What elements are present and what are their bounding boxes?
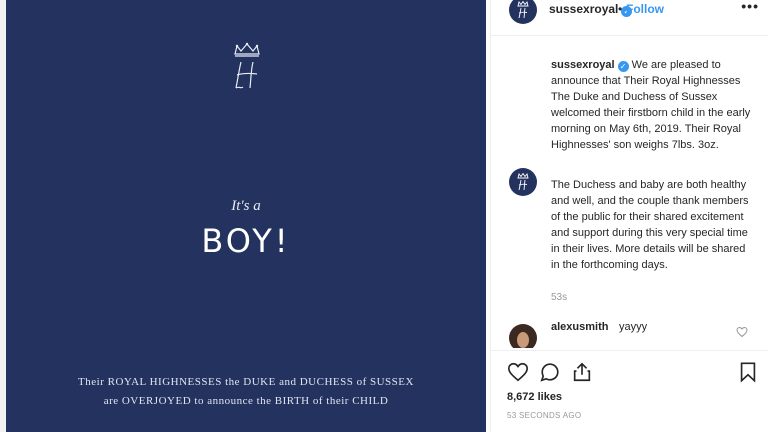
like-heart-icon[interactable]: [507, 361, 529, 383]
caption: sussexroyal ✓ We are pleased to announce …: [551, 57, 751, 153]
header-username-text[interactable]: sussexroyal: [549, 2, 618, 16]
caption-text: We are pleased to announce that Their Ro…: [551, 59, 751, 151]
avatar[interactable]: [509, 324, 537, 348]
caption-continued: The Duchess and baby are both healthy an…: [551, 179, 749, 271]
verified-badge-icon: ✓: [617, 61, 629, 72]
avatar[interactable]: [509, 0, 537, 24]
comment-text: yayyy: [619, 321, 648, 333]
caption-username[interactable]: sussexroyal: [551, 59, 615, 71]
post-header: sussexroyal ✓ • Follow •••: [491, 0, 768, 36]
likes-count[interactable]: 8,672 likes: [507, 391, 562, 403]
comment-row: alexusmith yayyy: [491, 318, 768, 348]
boy-text: BOY!: [201, 222, 291, 260]
post-side-panel: sussexroyal ✓ • Follow ••• sussexroyal ✓ W…: [490, 0, 768, 432]
comment-bubble-icon[interactable]: [539, 361, 561, 383]
its-a-text: It's a: [231, 198, 261, 214]
comment-username[interactable]: alexusmith: [551, 321, 608, 333]
crown-monogram-icon: [234, 42, 260, 89]
follow-button[interactable]: Follow: [626, 2, 664, 16]
follow-separator: •: [618, 2, 623, 16]
announcement-line-1: Their ROYAL HIGHNESSES the DUKE and DUCH…: [78, 376, 414, 388]
crown-monogram-icon: [517, 173, 529, 191]
announcement-line-2: are OVERJOYED to announce the BIRTH of t…: [103, 395, 389, 407]
like-comment-heart-icon[interactable]: [736, 326, 748, 338]
post-image[interactable]: It's a BOY! Their ROYAL HIGHNESSES the D…: [6, 0, 486, 432]
post-timestamp[interactable]: 53 SECONDS AGO: [507, 411, 581, 420]
share-icon[interactable]: [571, 361, 593, 383]
caption-time[interactable]: 53s: [551, 292, 567, 303]
crown-monogram-icon: [517, 1, 529, 19]
avatar[interactable]: [509, 168, 537, 196]
comments-area[interactable]: sussexroyal ✓ We are pleased to announce …: [491, 36, 768, 348]
bookmark-icon[interactable]: [737, 361, 759, 383]
actions-bar: 8,672 likes 53 SECONDS AGO: [491, 350, 768, 432]
more-options-icon[interactable]: •••: [741, 0, 759, 14]
